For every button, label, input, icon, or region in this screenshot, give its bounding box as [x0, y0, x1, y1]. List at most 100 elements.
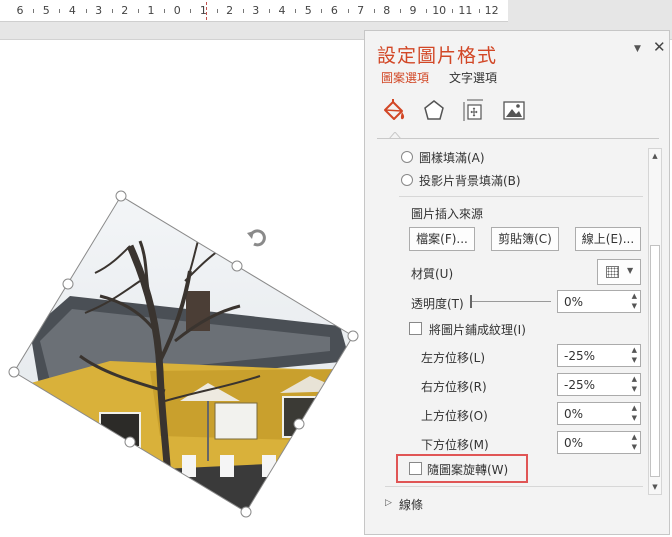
ruler-tick [478, 9, 480, 13]
ruler-tick [321, 9, 323, 13]
lines-section-header[interactable]: 線條 [399, 496, 423, 513]
section-divider [399, 196, 643, 197]
offset-left-label: 左方位移(L) [421, 351, 486, 365]
file-button[interactable]: 檔案(F)... [409, 227, 475, 251]
ruler-tick [190, 9, 192, 13]
ruler-tick [85, 9, 87, 13]
offset-right-stepper[interactable]: -25% ▲ ▼ [557, 373, 641, 396]
scrollbar-thumb[interactable] [650, 245, 660, 477]
pattern-fill-radio[interactable] [401, 151, 413, 163]
scroll-up-icon[interactable]: ▲ [649, 149, 661, 163]
ruler-tick [216, 9, 218, 13]
offset-bottom-label: 下方位移(M) [421, 438, 489, 452]
offset-left-value[interactable]: -25% [564, 349, 595, 363]
slide-canvas[interactable] [0, 41, 364, 537]
spin-up-icon[interactable]: ▲ [632, 404, 637, 413]
chevron-down-icon[interactable]: ▼ [634, 44, 641, 54]
ruler-number: 6 [330, 4, 338, 17]
transparency-label: 透明度(T) [411, 297, 464, 311]
offset-bottom-value[interactable]: 0% [564, 436, 583, 450]
ruler-number: 12 [484, 4, 499, 17]
close-icon[interactable]: ✕ [653, 40, 666, 55]
ruler-number: 2 [121, 4, 129, 17]
spin-up-icon[interactable]: ▲ [632, 433, 637, 442]
ruler-tick [426, 9, 428, 13]
offset-right-value[interactable]: -25% [564, 378, 595, 392]
ruler-tick [373, 9, 375, 13]
ruler-number: 11 [458, 4, 473, 17]
ruler-tick [111, 9, 113, 13]
picture-content [14, 196, 353, 512]
tab-shape-options[interactable]: 圖案選項 [381, 69, 429, 86]
ruler-number: 3 [252, 4, 260, 17]
transparency-slider-thumb[interactable] [470, 295, 472, 308]
tile-picture-label: 將圖片鋪成紋理(I) [429, 323, 526, 337]
ruler-tick [59, 9, 61, 13]
ruler-tick [295, 9, 297, 13]
spin-up-icon[interactable]: ▲ [632, 346, 637, 355]
ruler-number: 2 [226, 4, 234, 17]
pentagon-effects-icon[interactable] [421, 97, 447, 125]
ruler-tick [164, 9, 166, 13]
ruler-number: 9 [409, 4, 417, 17]
tab-text-options[interactable]: 文字選項 [449, 69, 497, 86]
texture-picker[interactable]: ▼ [597, 259, 641, 285]
ruler-tick [347, 9, 349, 13]
pane-vertical-scrollbar[interactable]: ▲ ▼ [648, 148, 662, 495]
ruler-number: 1 [147, 4, 155, 17]
spin-down-icon[interactable]: ▼ [632, 356, 637, 365]
offset-left-stepper[interactable]: -25% ▲ ▼ [557, 344, 641, 367]
clipboard-button[interactable]: 剪貼簿(C) [491, 227, 559, 251]
transparency-stepper[interactable]: 0% ▲ ▼ [557, 290, 641, 313]
spin-down-icon[interactable]: ▼ [632, 443, 637, 452]
offset-top-label: 上方位移(O) [421, 409, 488, 423]
spin-down-icon[interactable]: ▼ [632, 414, 637, 423]
ruler-tick [242, 9, 244, 13]
slide-bg-fill-radio[interactable] [401, 174, 413, 186]
pattern-fill-option[interactable]: 圖樣填滿(A) [401, 148, 485, 166]
spin-down-icon[interactable]: ▼ [632, 385, 637, 394]
section-divider [385, 486, 643, 487]
ruler-tick [33, 9, 35, 13]
tile-picture-checkbox[interactable] [409, 322, 422, 335]
slide-bg-fill-label: 投影片背景填滿(B) [419, 173, 521, 188]
picture-icon[interactable] [501, 97, 527, 125]
ruler-number: 6 [16, 4, 24, 17]
highlight-annotation-box [396, 454, 528, 483]
ruler-number: 5 [304, 4, 312, 17]
offset-bottom-stepper[interactable]: 0% ▲ ▼ [557, 431, 641, 454]
online-button[interactable]: 線上(E)... [575, 227, 641, 251]
horizontal-ruler[interactable]: 6 5 4 3 2 1 0 1 2 3 4 5 6 7 8 9 10 11 12 [0, 0, 508, 22]
offset-top-stepper[interactable]: 0% ▲ ▼ [557, 402, 641, 425]
ruler-empty-area [508, 0, 672, 22]
chevron-right-icon[interactable]: ▷ [385, 498, 392, 508]
paint-bucket-icon[interactable] [381, 97, 407, 125]
spin-up-icon[interactable]: ▲ [632, 292, 637, 301]
transparency-slider[interactable] [471, 301, 551, 302]
texture-swatch [606, 266, 619, 278]
rotated-picture-shape[interactable] [0, 41, 364, 537]
transparency-value[interactable]: 0% [564, 295, 583, 309]
ruler-number: 10 [432, 4, 447, 17]
ruler-number: 3 [95, 4, 103, 17]
rotate-handle-icon[interactable] [247, 229, 266, 247]
ruler-tick [268, 9, 270, 13]
ruler-number: 7 [357, 4, 365, 17]
pane-divider [377, 138, 659, 139]
ruler-number: 8 [383, 4, 391, 17]
ruler-tick [137, 9, 139, 13]
ruler-number: 0 [173, 4, 181, 17]
pattern-fill-label: 圖樣填滿(A) [419, 150, 485, 165]
texture-label: 材質(U) [411, 267, 454, 281]
spin-up-icon[interactable]: ▲ [632, 375, 637, 384]
ruler-tick [452, 9, 454, 13]
ruler-number: 4 [278, 4, 286, 17]
scroll-down-icon[interactable]: ▼ [649, 480, 661, 494]
spin-down-icon[interactable]: ▼ [632, 302, 637, 311]
offset-right-label: 右方位移(R) [421, 380, 487, 394]
slide-bg-fill-option[interactable]: 投影片背景填滿(B) [401, 171, 521, 189]
size-properties-icon[interactable] [461, 97, 487, 125]
ruler-number: 5 [42, 4, 50, 17]
ruler-number: 4 [68, 4, 76, 17]
offset-top-value[interactable]: 0% [564, 407, 583, 421]
